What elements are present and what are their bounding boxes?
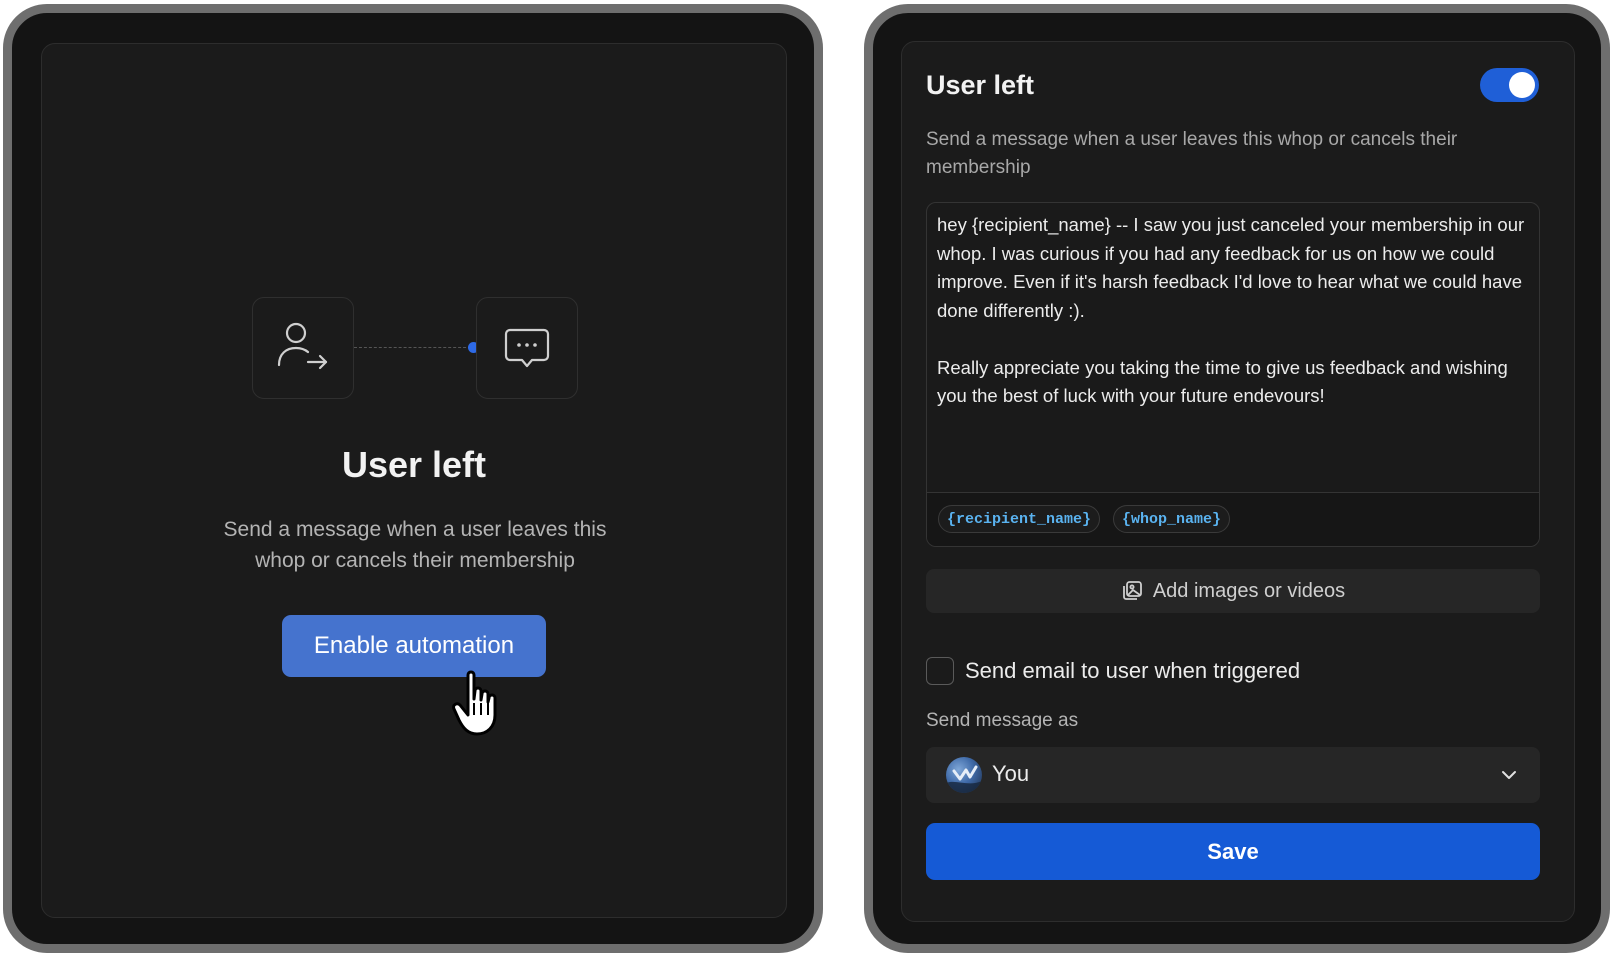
send-email-label: Send email to user when triggered bbox=[965, 658, 1301, 683]
toggle-knob bbox=[1509, 72, 1535, 98]
automation-flow-diagram bbox=[252, 297, 578, 401]
flow-connector-line bbox=[354, 347, 476, 348]
user-leave-icon bbox=[277, 322, 328, 370]
send-email-checkbox[interactable] bbox=[926, 657, 954, 685]
automation-title: User left bbox=[926, 70, 1035, 100]
variable-chip-whop-name[interactable]: {whop_name} bbox=[1113, 505, 1231, 533]
automation-description: Send a message when a user leaves this w… bbox=[926, 129, 1458, 178]
empty-state-description: Send a message when a user leaves this w… bbox=[223, 518, 607, 572]
action-node bbox=[476, 297, 578, 399]
message-editor[interactable]: hey {recipient_name} -- I saw you just c… bbox=[926, 202, 1540, 547]
message-bubble-icon bbox=[504, 328, 550, 368]
enable-automation-button[interactable]: Enable automation bbox=[282, 615, 546, 677]
send-as-label: Send message as bbox=[926, 710, 1079, 731]
add-media-label: Add images or videos bbox=[1152, 579, 1346, 602]
trigger-node bbox=[252, 297, 354, 399]
avatar bbox=[946, 757, 982, 793]
pointer-hand-icon bbox=[452, 670, 497, 736]
empty-state-title: User left bbox=[341, 444, 487, 485]
right-device-frame: User left Send a message when a user lea… bbox=[864, 4, 1610, 953]
automation-editor-card: User left Send a message when a user lea… bbox=[901, 41, 1575, 922]
add-media-button[interactable]: Add images or videos bbox=[926, 569, 1540, 613]
enable-automation-label: Enable automation bbox=[313, 632, 515, 659]
send-email-option[interactable]: Send email to user when triggered bbox=[926, 656, 1300, 686]
sender-name: You bbox=[992, 761, 1030, 786]
media-gallery-icon bbox=[1122, 581, 1142, 600]
variables-bar: {recipient_name} {whop_name} bbox=[927, 492, 1539, 546]
automation-enabled-toggle[interactable] bbox=[1480, 68, 1539, 102]
sender-select[interactable]: You bbox=[926, 747, 1540, 803]
automation-empty-state-card: User left Send a message when a user lea… bbox=[41, 43, 787, 918]
save-label: Save bbox=[1207, 838, 1259, 864]
chevron-down-icon bbox=[1502, 771, 1516, 779]
left-device-frame: User left Send a message when a user lea… bbox=[3, 4, 823, 953]
message-textarea[interactable]: hey {recipient_name} -- I saw you just c… bbox=[937, 211, 1527, 411]
save-button[interactable]: Save bbox=[926, 823, 1540, 880]
variable-chip-recipient-name[interactable]: {recipient_name} bbox=[938, 505, 1101, 533]
